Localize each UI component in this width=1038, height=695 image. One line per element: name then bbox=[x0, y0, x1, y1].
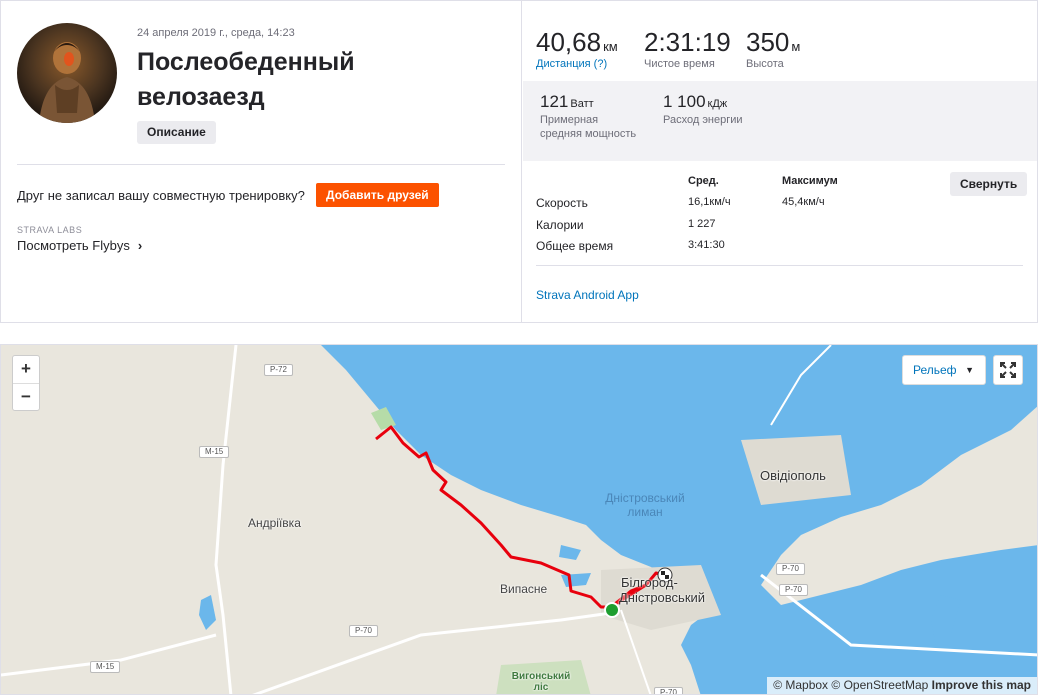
fullscreen-icon bbox=[1000, 362, 1016, 378]
distance-help-link[interactable]: Дистанция (?) bbox=[536, 58, 618, 70]
add-friends-button[interactable]: Добавить друзей bbox=[316, 183, 439, 207]
osm-attribution-link[interactable]: © OpenStreetMap bbox=[831, 678, 928, 692]
activity-date: 24 апреля 2019 г., среда, 14:23 bbox=[137, 27, 295, 39]
stat-label: Расход энергии bbox=[663, 114, 743, 126]
row-label-speed: Скорость bbox=[536, 196, 588, 210]
secondary-stats-box: 121 Ватт Примерная средняя мощность 1 100… bbox=[523, 81, 1037, 161]
activity-stats: 40,68 км Дистанция (?) 2:31:19 Чистое вре… bbox=[521, 1, 1037, 322]
activity-title: Послеобеденный велозаезд bbox=[137, 48, 355, 111]
stat-value: 121 bbox=[540, 92, 569, 111]
map-label-line: Білгород- bbox=[621, 575, 678, 590]
speed-avg: 16,1км/ч bbox=[688, 196, 731, 208]
map-label-line: Дністровський bbox=[619, 590, 706, 605]
map-label-vypasne: Випасне bbox=[500, 582, 548, 596]
device-link[interactable]: Strava Android App bbox=[536, 288, 639, 302]
zoom-in-button[interactable]: + bbox=[13, 356, 39, 383]
stat-unit: Ватт bbox=[570, 98, 594, 110]
road-shield: М-15 bbox=[199, 446, 230, 458]
stat-distance: 40,68 км Дистанция (?) bbox=[536, 27, 618, 70]
road-shield: Р-70 bbox=[349, 625, 378, 637]
zoom-control: + − bbox=[12, 355, 40, 411]
activity-map[interactable]: Андріївка Випасне Овідіополь Дністровськ… bbox=[0, 344, 1038, 695]
stat-value: 350 bbox=[746, 27, 790, 57]
map-attribution: © Mapbox © OpenStreetMap Improve this ma… bbox=[767, 677, 1037, 694]
stat-energy: 1 100 кДж Расход энергии bbox=[663, 92, 783, 127]
strava-labs-label: STRAVA LABS bbox=[17, 225, 83, 235]
stat-unit: км bbox=[603, 39, 618, 54]
caret-down-icon: ▼ bbox=[965, 365, 974, 375]
mapbox-attribution-link[interactable]: © Mapbox bbox=[773, 678, 828, 692]
elapsed-time-avg: 3:41:30 bbox=[688, 239, 725, 251]
activity-header-panel: 24 апреля 2019 г., среда, 14:23 Послеобе… bbox=[0, 0, 1038, 323]
improve-map-link[interactable]: Improve this map bbox=[932, 678, 1031, 692]
stat-elevation: 350 м Высота bbox=[746, 27, 800, 70]
stat-value: 1 100 bbox=[663, 92, 706, 111]
map-style-label: Рельеф bbox=[913, 363, 957, 377]
speed-max: 45,4км/ч bbox=[782, 196, 825, 208]
map-label-ovidiopol: Овідіополь bbox=[760, 468, 826, 483]
road-shield: Р-70 bbox=[654, 687, 683, 694]
flybys-link-label: Посмотреть Flybys bbox=[17, 238, 130, 253]
row-label-calories: Калории bbox=[536, 218, 584, 232]
description-button[interactable]: Описание bbox=[137, 121, 216, 144]
stat-moving-time: 2:31:19 Чистое время bbox=[644, 27, 733, 70]
map-label-forest: Вигонський ліс bbox=[506, 671, 576, 693]
road-shield: Р-72 bbox=[264, 364, 293, 376]
divider bbox=[17, 164, 505, 165]
road-shield: Р-70 bbox=[776, 563, 805, 575]
stat-value: 2:31:19 bbox=[644, 27, 731, 57]
flybys-link[interactable]: Посмотреть Flybys › bbox=[17, 238, 142, 253]
stat-value: 40,68 bbox=[536, 27, 602, 57]
row-label-elapsed-time: Общее время bbox=[536, 239, 614, 253]
map-label-line: Дністровський bbox=[605, 491, 685, 505]
stat-label: Примерная средняя мощность bbox=[540, 114, 637, 140]
stat-unit: кДж bbox=[707, 98, 728, 110]
map-label-line: лиман bbox=[627, 505, 663, 519]
divider bbox=[536, 265, 1023, 266]
chevron-right-icon: › bbox=[137, 238, 143, 253]
add-friends-prompt: Друг не записал вашу совместную трениров… bbox=[17, 188, 305, 203]
map-label-estuary: Дністровський лиман bbox=[595, 491, 695, 519]
road-shield: Р-70 bbox=[779, 584, 808, 596]
map-label-bilhorod: Білгород- Дністровський bbox=[619, 575, 706, 605]
activity-summary: 24 апреля 2019 г., среда, 14:23 Послеобе… bbox=[1, 1, 521, 322]
column-header-max: Максимум bbox=[782, 175, 838, 187]
map-label-line: ліс bbox=[533, 682, 549, 693]
column-header-avg: Сред. bbox=[688, 175, 719, 187]
map-canvas bbox=[1, 345, 1037, 694]
stat-label: Высота bbox=[746, 58, 784, 70]
road-shield: М-15 bbox=[90, 661, 121, 673]
collapse-button[interactable]: Свернуть bbox=[950, 172, 1028, 196]
route-start-marker bbox=[604, 602, 620, 618]
fullscreen-button[interactable] bbox=[993, 355, 1023, 385]
stat-label: Чистое время bbox=[644, 58, 715, 70]
zoom-out-button[interactable]: − bbox=[13, 383, 39, 410]
calories-avg: 1 227 bbox=[688, 218, 716, 230]
stat-power: 121 Ватт Примерная средняя мощность bbox=[540, 92, 640, 141]
map-label-andriivka: Андріївка bbox=[248, 516, 301, 530]
athlete-avatar[interactable] bbox=[17, 23, 117, 123]
map-style-select[interactable]: Рельеф ▼ bbox=[902, 355, 986, 385]
stat-unit: м bbox=[791, 39, 801, 54]
map-label-line: Вигонський bbox=[511, 671, 571, 682]
